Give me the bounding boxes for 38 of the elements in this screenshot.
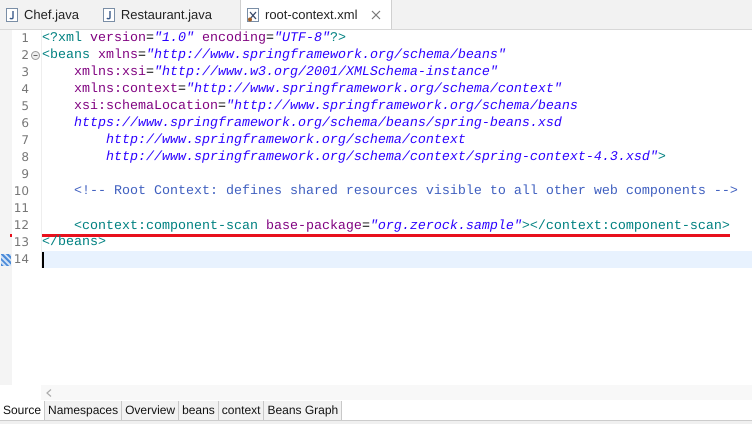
page-tab[interactable]: beans — [179, 401, 219, 420]
line-number: 7 — [20, 132, 29, 149]
line-number: 4 — [20, 81, 29, 98]
line-number: 5 — [20, 98, 29, 115]
text-cursor — [42, 252, 44, 268]
code-line: http://www.springframework.org/schema/context/spring-context-4.3.xsd"> — [104, 149, 666, 166]
xml-file-icon — [246, 8, 259, 22]
code-line: xmlns:xsi="http://www.w3.org/2001/XMLSchema-instance" — [72, 64, 498, 81]
editor-tab[interactable]: Restaurant.java — [96, 0, 230, 29]
java-file-icon — [6, 8, 18, 22]
line-number: 9 — [20, 166, 29, 183]
line-number: 10 — [12, 183, 29, 200]
page-tab[interactable]: context — [218, 401, 264, 420]
collapse-icon[interactable] — [30, 51, 40, 60]
line-number: 13 — [12, 234, 29, 251]
code-line: xmlns:context="http://www.springframework.org/schema/context" — [72, 81, 562, 98]
java-file-icon — [102, 8, 115, 22]
line-number: 2 — [20, 47, 29, 64]
line-number: 12 — [12, 217, 29, 234]
editor-tab[interactable]: Chef.java — [0, 0, 97, 29]
code-line: </beans> — [42, 234, 106, 251]
close-icon[interactable] — [371, 10, 382, 20]
code-line: http://www.springframework.org/schema/context — [104, 132, 466, 149]
code-line: <!-- Root Context: defines shared resources visible to all other web components --> — [72, 183, 738, 200]
code-line: <?xml version="1.0" encoding="UTF-8"?> — [42, 30, 346, 47]
line-number: 1 — [20, 30, 29, 47]
code-line: https://www.springframework.org/schema/beans/spring-beans.xsd — [72, 115, 562, 132]
page-tab[interactable]: Overview — [122, 401, 180, 420]
editor-tab[interactable]: root-context.xml — [240, 0, 392, 29]
code-line: xsi:schemaLocation="http://www.springframework.org/schema/beans — [72, 98, 578, 115]
line-number: 6 — [20, 115, 29, 132]
line-number: 8 — [20, 149, 29, 166]
line-number: 3 — [20, 64, 29, 81]
page-tab[interactable]: Beans Graph — [264, 401, 342, 420]
line-number: 14 — [12, 251, 29, 268]
line-number: 11 — [12, 200, 29, 217]
page-tab[interactable]: Namespaces — [45, 401, 122, 420]
code-line: <beans xmlns="http://www.springframework.org/schema/beans" — [42, 47, 506, 64]
